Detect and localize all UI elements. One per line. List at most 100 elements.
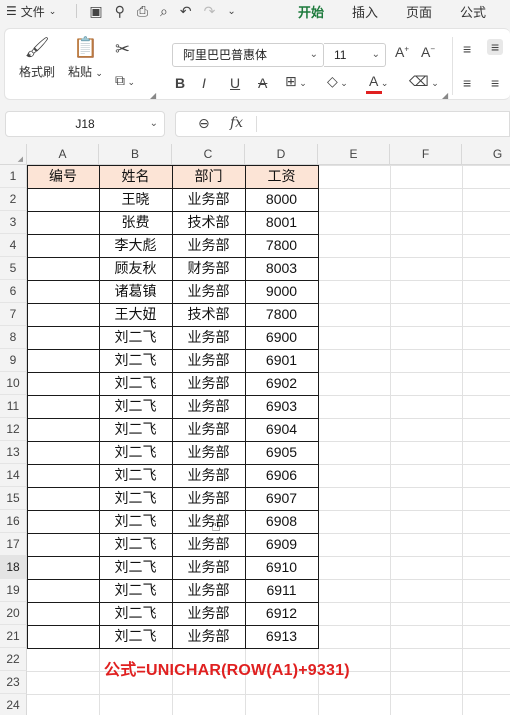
table-cell[interactable]: 刘二飞	[99, 464, 172, 487]
tab-insert[interactable]: 插入	[352, 2, 378, 21]
fx-icon[interactable]: fx	[230, 115, 243, 131]
table-cell[interactable]: 业务部	[172, 349, 245, 372]
align-top-icon[interactable]: ≡	[463, 41, 471, 57]
table-cell[interactable]: 财务部	[172, 257, 245, 280]
row-header-14[interactable]: 14	[0, 464, 27, 487]
table-cell[interactable]	[27, 418, 99, 441]
table-cell[interactable]: 6911	[245, 579, 318, 602]
table-cell[interactable]: 业务部	[172, 188, 245, 211]
row-header-24[interactable]: 24	[0, 694, 27, 715]
table-cell[interactable]	[27, 349, 99, 372]
eraser-icon[interactable]: ⌫ ⌄	[409, 73, 439, 90]
row-header-19[interactable]: 19	[0, 579, 27, 602]
formula-input[interactable]: ⊖ fx	[175, 111, 510, 137]
table-cell[interactable]: 8003	[245, 257, 318, 280]
spreadsheet-grid[interactable]: ◢ A B C D E F G 1 2 3 4 5 6 7 8 9 10 11 12 13 14 15 16 17 18 19 20…	[0, 144, 510, 715]
tab-home[interactable]: 开始	[298, 2, 325, 25]
table-cell[interactable]	[27, 533, 99, 556]
table-cell[interactable]	[27, 625, 99, 648]
table-cell[interactable]: 9000	[245, 280, 318, 303]
row-header-15[interactable]: 15	[0, 487, 27, 510]
tab-page[interactable]: 页面	[406, 2, 432, 21]
row-header-7[interactable]: 7	[0, 303, 27, 326]
table-cell[interactable]: 业务部	[172, 510, 245, 533]
table-cell[interactable]	[27, 257, 99, 280]
table-cell[interactable]: 刘二飞	[99, 556, 172, 579]
table-cell[interactable]	[27, 280, 99, 303]
row-header-17[interactable]: 17	[0, 533, 27, 556]
row-header-8[interactable]: 8	[0, 326, 27, 349]
table-cell[interactable]: 6910	[245, 556, 318, 579]
table-cell[interactable]: 刘二飞	[99, 441, 172, 464]
table-cell[interactable]	[27, 211, 99, 234]
table-cell[interactable]: 6903	[245, 395, 318, 418]
table-cell[interactable]	[27, 303, 99, 326]
row-header-22[interactable]: 22	[0, 648, 27, 671]
row-header-13[interactable]: 13	[0, 441, 27, 464]
table-header-cell[interactable]: 编号	[27, 165, 99, 188]
zoom-icon[interactable]: ⊖	[198, 115, 210, 132]
table-cell[interactable]: 业务部	[172, 579, 245, 602]
table-cell[interactable]: 刘二飞	[99, 625, 172, 648]
column-header-f[interactable]: F	[390, 144, 462, 165]
row-header-11[interactable]: 11	[0, 395, 27, 418]
table-cell[interactable]: 6902	[245, 372, 318, 395]
table-cell[interactable]	[27, 395, 99, 418]
table-cell[interactable]: 技术部	[172, 303, 245, 326]
table-cell[interactable]: 刘二飞	[99, 418, 172, 441]
row-header-12[interactable]: 12	[0, 418, 27, 441]
table-cell[interactable]	[27, 234, 99, 257]
row-header-3[interactable]: 3	[0, 211, 27, 234]
font-size-select[interactable]: 11 ⌄	[324, 43, 386, 67]
table-cell[interactable]: 业务部	[172, 280, 245, 303]
decrease-font-icon[interactable]: A−	[421, 44, 435, 60]
table-cell[interactable]	[27, 602, 99, 625]
table-header-cell[interactable]: 姓名	[99, 165, 172, 188]
table-cell[interactable]: 业务部	[172, 464, 245, 487]
table-cell[interactable]: 8000	[245, 188, 318, 211]
table-cell[interactable]: 6900	[245, 326, 318, 349]
row-header-2[interactable]: 2	[0, 188, 27, 211]
table-cell[interactable]: 6909	[245, 533, 318, 556]
table-cell[interactable]: 业务部	[172, 533, 245, 556]
row-header-5[interactable]: 5	[0, 257, 27, 280]
table-cell[interactable]: 业务部	[172, 372, 245, 395]
table-cell[interactable]: 7800	[245, 234, 318, 257]
undo-icon[interactable]: ↶	[180, 3, 192, 20]
table-cell[interactable]: 6905	[245, 441, 318, 464]
copy-icon[interactable]: ⧉ ⌄	[115, 72, 135, 89]
table-cell[interactable]	[27, 556, 99, 579]
table-cell[interactable]: 刘二飞	[99, 395, 172, 418]
table-cell[interactable]: 刘二飞	[99, 372, 172, 395]
table-cell[interactable]: 张费	[99, 211, 172, 234]
font-name-select[interactable]: 阿里巴巴普惠体 ⌄	[172, 43, 324, 67]
column-header-g[interactable]: G	[462, 144, 510, 165]
table-cell[interactable]	[27, 372, 99, 395]
table-cell[interactable]: 业务部	[172, 418, 245, 441]
italic-icon[interactable]: I	[202, 75, 206, 91]
table-cell[interactable]: 6908	[245, 510, 318, 533]
row-header-20[interactable]: 20	[0, 602, 27, 625]
fill-color-icon[interactable]: ◇ ⌄	[327, 73, 348, 90]
table-cell[interactable]: 业务部	[172, 556, 245, 579]
redo-icon[interactable]: ↷	[204, 3, 216, 20]
table-cell[interactable]: 刘二飞	[99, 579, 172, 602]
font-color-icon[interactable]: A ⌄	[369, 73, 388, 89]
table-cell[interactable]	[27, 579, 99, 602]
table-cell[interactable]	[27, 441, 99, 464]
table-cell[interactable]	[27, 487, 99, 510]
row-header-18[interactable]: 18	[0, 556, 27, 579]
table-cell[interactable]: 顾友秋	[99, 257, 172, 280]
table-cell[interactable]: 6907	[245, 487, 318, 510]
table-header-cell[interactable]: 部门	[172, 165, 245, 188]
strikethrough-icon[interactable]: A	[258, 75, 267, 91]
clipboard-dialog-launcher[interactable]: ◢	[150, 91, 156, 100]
link-icon[interactable]: ⚲	[115, 3, 125, 20]
table-cell[interactable]: 刘二飞	[99, 487, 172, 510]
table-cell[interactable]: 王大妞	[99, 303, 172, 326]
underline-icon[interactable]: U	[230, 75, 240, 91]
align-left-icon[interactable]: ≡	[463, 75, 471, 91]
table-cell[interactable]: 7800	[245, 303, 318, 326]
table-cell[interactable]: 李大彪	[99, 234, 172, 257]
table-cell[interactable]: 业务部	[172, 625, 245, 648]
